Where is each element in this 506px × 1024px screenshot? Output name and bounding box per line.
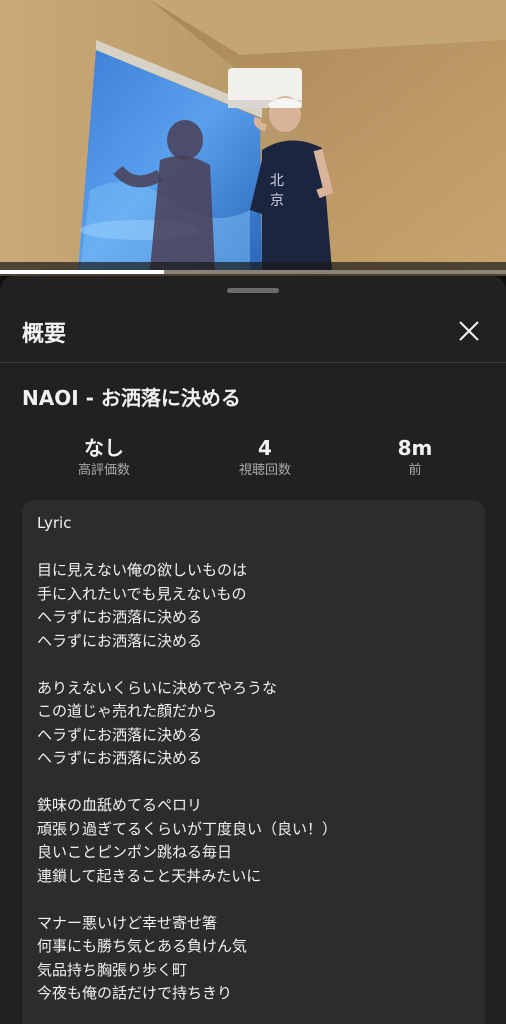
description-line: 連鎖して起きること天丼みたいに: [37, 866, 262, 885]
views-value: 4: [258, 436, 272, 460]
close-button[interactable]: [452, 314, 486, 348]
description-line: マナー悪いけど幸せ寄せ箸: [37, 913, 218, 932]
date-value: 8m: [397, 436, 433, 460]
progress-bar[interactable]: [0, 270, 506, 274]
stat-likes: なし 高評価数: [34, 434, 174, 480]
description-blank-line: [37, 888, 467, 912]
video-title: NAOI - お洒落に決める: [22, 386, 241, 410]
description-line: ヘラずにお洒落に決める: [37, 725, 203, 744]
description-blank-line: [37, 536, 467, 560]
progress-fill: [0, 270, 165, 274]
description-line: 何事にも勝ち気とある負けん気: [37, 937, 248, 955]
description-text: Lyric 目に見えない俺の欲しいものは 手に入れたいでも見えないもの ヘラずにお洒落…: [37, 512, 467, 1006]
stat-date: 8m 前: [345, 434, 485, 480]
description-line: 頑張り過ぎてるくらいが丁度良い（良い！）: [37, 819, 338, 838]
date-label: 前: [408, 463, 422, 478]
likes-value: なし: [84, 436, 124, 460]
description-line: 良いことピンポン跳ねる毎日: [37, 843, 233, 861]
description-line: 目に見えない俺の欲しいものは: [37, 561, 248, 579]
description-blank-line: [37, 771, 467, 795]
description-sheet: 概要 NAOI - お洒落に決める なし 高評価数 4 視聴回数 8m 前 Ly…: [0, 276, 506, 1024]
likes-label: 高評価数: [77, 463, 130, 478]
description-line: 手に入れたいでも見えないもの: [37, 584, 247, 603]
video-player[interactable]: 北 京: [0, 0, 506, 276]
description-line: 今夜も俺の話だけで持ちきり: [37, 984, 233, 1002]
video-frame: 北 京: [0, 0, 506, 276]
stat-views: 4 視聴回数: [195, 434, 335, 480]
description-line: ヘラずにお洒落に決める: [37, 749, 203, 767]
divider: [0, 362, 506, 363]
svg-text:京: 京: [270, 193, 284, 209]
description-box[interactable]: Lyric 目に見えない俺の欲しいものは 手に入れたいでも見えないもの ヘラずにお洒落…: [22, 500, 485, 1024]
views-label: 視聴回数: [238, 463, 291, 478]
description-line: この道じゃ売れた顔だから: [37, 702, 218, 720]
drag-handle[interactable]: [227, 288, 279, 293]
stats-row: なし 高評価数 4 視聴回数 8m 前: [0, 434, 506, 484]
description-line: 鉄味の血舐めてるペロリ: [37, 796, 203, 814]
description-line: ヘラずにお洒落に決める: [37, 608, 203, 626]
svg-text:北: 北: [270, 173, 284, 189]
description-line: Lyric: [37, 514, 72, 532]
description-blank-line: [37, 653, 467, 677]
description-line: 気品持ち胸張り歩く町: [37, 960, 188, 979]
description-line: ヘラずにお洒落に決める: [37, 631, 203, 650]
sheet-title: 概要: [22, 322, 67, 347]
close-icon: [459, 321, 479, 341]
description-line: ありえないくらいに決めてやろうな: [37, 678, 278, 697]
